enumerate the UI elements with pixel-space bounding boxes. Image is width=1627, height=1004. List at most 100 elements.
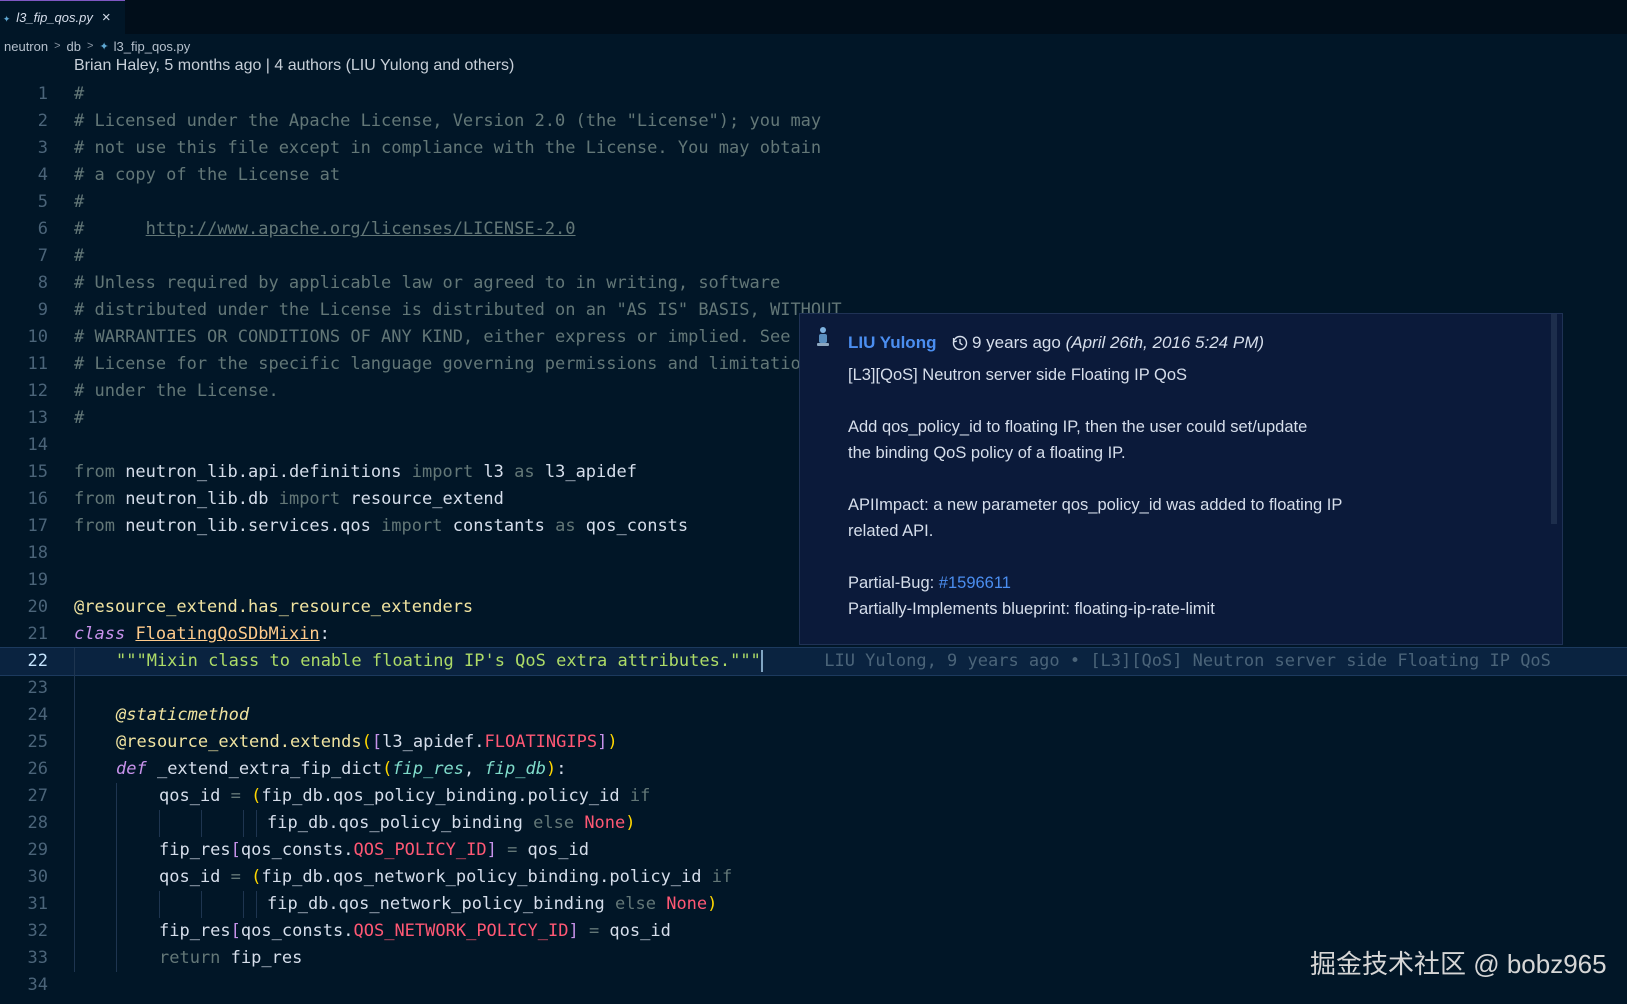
operator: = (507, 840, 518, 860)
bracket: [ (371, 732, 383, 752)
code-text: # distributed under the License is distr… (74, 300, 842, 320)
close-icon[interactable]: × (102, 9, 111, 26)
param: fip_db (484, 759, 546, 779)
code-line[interactable]: 30 qos_id = (fip_db.qos_network_policy_bi… (0, 864, 1627, 891)
line-number: 25 (27, 732, 48, 752)
line-number: 33 (27, 948, 48, 968)
var: fip_res (159, 921, 231, 941)
keyword-import: import (381, 516, 443, 536)
indent-guide (256, 810, 257, 837)
line-number: 6 (37, 219, 48, 239)
license-url-link[interactable]: http://www.apache.org/licenses/LICENSE-2… (146, 219, 576, 239)
line-number: 16 (27, 489, 48, 509)
module-attr: qos_consts. (240, 840, 354, 860)
hover-scrollbar[interactable] (1551, 314, 1557, 524)
code-line[interactable]: 28 fip_db.qos_policy_binding else None) (0, 810, 1627, 837)
code-line[interactable]: 5 # (0, 189, 1627, 216)
indent-guide (243, 810, 244, 837)
var: fip_res (220, 948, 303, 968)
tab-bar: ✦ l3_fip_qos.py × (0, 0, 1627, 34)
indent-guide (116, 918, 117, 945)
indent-guide (116, 783, 117, 810)
keyword-class: class (74, 624, 126, 644)
keyword-from: from (74, 516, 115, 536)
code-line[interactable]: 27 qos_id = (fip_db.qos_policy_binding.po… (0, 783, 1627, 810)
bug-link[interactable]: #1596611 (939, 574, 1011, 592)
line-number: 15 (27, 462, 48, 482)
line-number: 7 (37, 246, 48, 266)
commit-author-link[interactable]: LIU Yulong (848, 333, 936, 353)
decorator: @staticmethod (116, 705, 250, 725)
code-line[interactable]: 24 @staticmethod (0, 702, 1627, 729)
line-number: 24 (27, 705, 48, 725)
code-line[interactable]: 8 # Unless required by applicable law or … (0, 270, 1627, 297)
code-line[interactable]: 23 (0, 675, 1627, 702)
indent-guide (74, 702, 75, 729)
blame-hover-card[interactable]: LIU Yulong 9 years ago (April 26th, 2016… (799, 313, 1563, 645)
module-name: neutron_lib.db (114, 489, 279, 509)
line-number: 10 (27, 327, 48, 347)
var: qos_id (159, 867, 231, 887)
paren: ) (707, 894, 718, 914)
inline-blame[interactable]: LIU Yulong, 9 years ago • [L3][QoS] Neut… (824, 651, 1551, 671)
var: qos_id (517, 840, 589, 860)
code-line[interactable]: 25 @resource_extend.extends([l3_apidef.FL… (0, 729, 1627, 756)
expr: fip_db.qos_policy_binding.policy_id (261, 786, 630, 806)
var: fip_res (159, 840, 231, 860)
blame-header[interactable]: Brian Haley, 5 months ago | 4 authors (L… (74, 57, 514, 75)
code-text: # WARRANTIES OR CONDITIONS OF ANY KIND, … (74, 327, 832, 347)
tab-l3-fip-qos[interactable]: ✦ l3_fip_qos.py × (0, 0, 125, 34)
code-line[interactable]: 4 # a copy of the License at (0, 162, 1627, 189)
code-line[interactable]: 7 # (0, 243, 1627, 270)
line-number: 32 (27, 921, 48, 941)
import-name: l3 (473, 462, 515, 482)
keyword-if: if (711, 867, 733, 887)
commit-time: 9 years ago (April 26th, 2016 5:24 PM) (972, 333, 1264, 353)
commit-body-line: Add qos_policy_id to floating IP, then t… (848, 418, 1308, 436)
indent-guide (74, 783, 75, 810)
code-line-active[interactable]: 22 """Mixin class to enable floating IP's… (0, 647, 1627, 676)
commit-body-line: related API. (848, 522, 934, 540)
alias-name: qos_consts (575, 516, 689, 536)
code-line[interactable]: 31 fip_db.qos_network_policy_binding else… (0, 891, 1627, 918)
module-name: neutron_lib.services.qos (114, 516, 382, 536)
code-text: # Licensed under the Apache License, Ver… (74, 111, 822, 131)
indent-guide (74, 864, 75, 891)
bracket: [ (230, 921, 241, 941)
line-number: 22 (27, 651, 48, 671)
indent-guide (74, 945, 75, 972)
line-number: 2 (37, 111, 48, 131)
line-number: 31 (27, 894, 48, 914)
code-line[interactable]: 2 # Licensed under the Apache License, Ve… (0, 108, 1627, 135)
line-number: 8 (37, 273, 48, 293)
indent-guide (74, 837, 75, 864)
commit-body-line: the binding QoS policy of a floating IP. (848, 444, 1126, 462)
chevron-right-icon: > (54, 40, 61, 52)
indent-guide (243, 891, 244, 918)
operator: = (588, 921, 600, 941)
breadcrumb-item-db[interactable]: db (67, 39, 81, 54)
commit-relative-time: 9 years ago (972, 333, 1061, 352)
code-line[interactable]: 32 fip_res[qos_consts.QOS_NETWORK_POLICY_… (0, 918, 1627, 945)
line-number: 14 (27, 435, 48, 455)
constant: QOS_POLICY_ID (353, 840, 487, 860)
code-line[interactable]: 6 # http://www.apache.org/licenses/LICENS… (0, 216, 1627, 243)
none-literal: None (666, 894, 708, 914)
partial-bug-label: Partial-Bug: (848, 574, 939, 592)
line-number: 23 (27, 678, 48, 698)
indent-guide (256, 891, 257, 918)
paren: ( (251, 786, 262, 806)
breadcrumb-item-file[interactable]: l3_fip_qos.py (114, 39, 191, 54)
code-line[interactable]: 1 # (0, 81, 1627, 108)
line-number: 12 (27, 381, 48, 401)
code-line[interactable]: 26 def _extend_extra_fip_dict(fip_res, fi… (0, 756, 1627, 783)
blueprint-line: Partially-Implements blueprint: floating… (848, 600, 1215, 618)
breadcrumb-item-neutron[interactable]: neutron (4, 39, 48, 54)
code-line[interactable]: 3 # not use this file except in complianc… (0, 135, 1627, 162)
line-number: 13 (27, 408, 48, 428)
code-line[interactable]: 29 fip_res[qos_consts.QOS_POLICY_ID] = qo… (0, 837, 1627, 864)
